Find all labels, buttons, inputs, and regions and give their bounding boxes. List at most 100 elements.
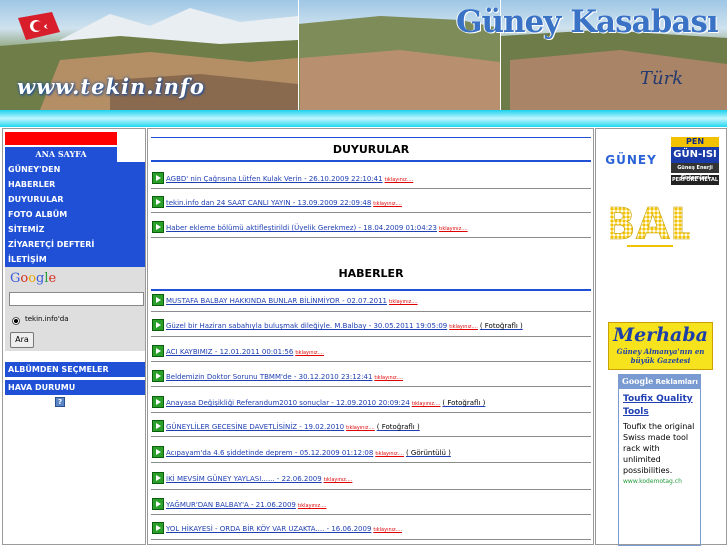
site-search-radio[interactable] — [12, 317, 20, 325]
bal-underline — [627, 245, 673, 247]
pen-gunisi-ad[interactable]: PEN GÜN-ISI Güneş Enerji Sistemleri PERF… — [671, 137, 719, 185]
news-link[interactable]: Beldemizin Doktor Sorunu TBMM'de - 30.12… — [166, 373, 403, 381]
separator — [151, 361, 591, 362]
ad-header: Google Reklamları — [619, 375, 700, 389]
right-sidebar: GÜNEY PEN GÜN-ISI Güneş Enerji Sistemler… — [595, 128, 727, 546]
news-link[interactable]: MUSTAFA BALBAY HAKKINDA BUNLAR BİLİNMİYO… — [166, 297, 418, 305]
banner-divider — [298, 0, 299, 110]
news-link[interactable]: ACI KAYBIMIZ - 12.01.2011 00:01:56 tıklay… — [166, 348, 324, 356]
google-logo: Google — [10, 271, 57, 286]
google-search-box: Google tekin.info'da Ara — [5, 267, 145, 351]
more-link[interactable]: tıklayınız.... — [324, 477, 353, 483]
more-link[interactable]: tıklayınız.... — [385, 177, 414, 183]
nav-haberler[interactable]: HABERLER — [5, 177, 145, 192]
news-item: Acıpayam'da 4.6 şiddetinde deprem - 05.1… — [152, 446, 592, 463]
more-link[interactable]: tıklayınız.... — [389, 299, 418, 305]
more-link[interactable]: tıklayınız.... — [373, 201, 402, 207]
news-item: Anayasa Değişikliği Referandum2010 sonuç… — [152, 396, 592, 413]
nav-albumden-secmeler[interactable]: ALBÜMDEN SEÇMELER — [5, 362, 145, 377]
separator — [151, 514, 591, 515]
news-extra: ( Fotoğraflı ) — [376, 423, 420, 431]
news-item: MUSTAFA BALBAY HAKKINDA BUNLAR BİLİNMİYO… — [152, 294, 592, 311]
arrow-icon — [152, 172, 164, 184]
news-item: YOL HİKAYESİ - ORDA BİR KÖY VAR UZAKTA..… — [152, 522, 592, 539]
more-link[interactable]: tıklayınız.... — [375, 451, 404, 457]
arrow-icon — [152, 345, 164, 357]
help-icon[interactable]: ? — [55, 397, 65, 407]
more-link[interactable]: tıklayınız.... — [449, 324, 478, 330]
banner-title: Güney Kasabası — [456, 4, 719, 40]
news-extra: ( Görüntülü ) — [405, 449, 451, 457]
ad-body: Toufix the original Swiss made tool rack… — [623, 422, 695, 475]
announcement-link[interactable]: Haber ekleme bölümü aktifleştirildi (Üye… — [166, 224, 468, 232]
news-link[interactable]: Güzel bir Haziran sabahıyla buluşmak dil… — [166, 322, 523, 330]
announcement-item: AGBD' nin Çağrısına Lütfen Kulak Verin -… — [152, 172, 592, 189]
news-item: Güzel bir Haziran sabahıyla buluşmak dil… — [152, 319, 592, 336]
arrow-icon — [152, 221, 164, 233]
gunisi-label: GÜN-ISI — [671, 147, 719, 163]
arrow-icon — [152, 396, 164, 408]
news-item: GÜNEYLİLER GECESİNE DAVETLİSİNİZ - 19.02… — [152, 420, 592, 437]
more-link[interactable]: tıklayınız.... — [373, 527, 402, 533]
arrow-icon — [152, 319, 164, 331]
guney-logo[interactable]: GÜNEY — [601, 149, 661, 171]
separator — [151, 188, 591, 189]
perfore-label: PERFORE METAL — [671, 175, 719, 185]
separator — [151, 237, 591, 238]
news-link[interactable]: YAĞMUR'DAN BALBAY'A - 21.06.2009 tıklayın… — [166, 501, 326, 509]
news-extra: ( Fotoğraflı ) — [479, 322, 523, 330]
announcement-link[interactable]: AGBD' nin Çağrısına Lütfen Kulak Verin -… — [166, 175, 413, 183]
bal-ad[interactable]: BAL — [602, 199, 698, 251]
nav-duyurular[interactable]: DUYURULAR — [5, 192, 145, 207]
merhaba-title: Merhaba — [613, 324, 708, 346]
nav-iletisim[interactable]: İLETİŞİM — [5, 252, 145, 267]
header-banner: Güney Kasabası www.tekin.info Türk — [0, 0, 727, 110]
arrow-icon — [152, 498, 164, 510]
nav-ziyaretci-defteri[interactable]: ZİYARETÇİ DEFTERİ — [5, 237, 145, 252]
more-link[interactable]: tıklayınız.... — [439, 226, 468, 232]
separator — [151, 336, 591, 337]
ad-url[interactable]: www.kodemotag.ch — [619, 476, 700, 485]
left-sidebar: ANA SAYFA GÜNEY'DEN HABERLER DUYURULAR F… — [2, 128, 146, 545]
ad-title-link[interactable]: Toufix Quality Tools — [619, 389, 700, 419]
separator — [151, 436, 591, 437]
arrow-icon — [152, 446, 164, 458]
separator — [151, 311, 591, 312]
nav-ana-sayfa[interactable]: ANA SAYFA — [5, 147, 117, 162]
search-button[interactable]: Ara — [10, 332, 34, 348]
separator — [151, 386, 591, 387]
merhaba-subtitle: Güney Almanya'nın en büyük Gazetesi — [616, 347, 705, 365]
separator — [151, 539, 591, 540]
news-link[interactable]: YOL HİKAYESİ - ORDA BİR KÖY VAR UZAKTA..… — [166, 525, 402, 533]
separator — [151, 212, 591, 213]
nav-hava-durumu[interactable]: HAVA DURUMU — [5, 380, 145, 395]
news-link[interactable]: İKİ MEVSİM GÜNEY YAYLASI...... - 22.06.2… — [166, 475, 352, 483]
news-item: YAĞMUR'DAN BALBAY'A - 21.06.2009 tıklayın… — [152, 498, 592, 515]
turkish-flag-icon — [18, 12, 60, 40]
news-extra: ( Fotoğraflı ) — [442, 399, 486, 407]
more-link[interactable]: tıklayınız.... — [295, 350, 324, 356]
arrow-icon — [152, 472, 164, 484]
announcement-link[interactable]: tekin.info dan 24 SAAT CANLI YAYIN - 13.… — [166, 199, 402, 207]
more-link[interactable]: tıklayınız.... — [346, 425, 375, 431]
more-link[interactable]: tıklayınız.... — [298, 503, 327, 509]
announcement-item: tekin.info dan 24 SAAT CANLI YAYIN - 13.… — [152, 196, 592, 213]
separator — [151, 462, 591, 463]
separator — [151, 489, 591, 490]
bal-logo: BAL — [602, 199, 698, 251]
duyurular-title: DUYURULAR — [151, 137, 591, 162]
nav-foto-album[interactable]: FOTO ALBÜM — [5, 207, 145, 222]
red-bar — [5, 132, 117, 145]
news-link[interactable]: Acıpayam'da 4.6 şiddetinde deprem - 05.1… — [166, 449, 451, 457]
news-link[interactable]: Anayasa Değişikliği Referandum2010 sonuç… — [166, 399, 485, 407]
haberler-title: HABERLER — [151, 261, 591, 291]
google-search-input[interactable] — [9, 292, 144, 306]
merhaba-ad[interactable]: Merhaba Güney Almanya'nın en büyük Gazet… — [608, 322, 713, 370]
more-link[interactable]: tıklayınız.... — [412, 401, 441, 407]
nav-sitemiz[interactable]: SİTEMİZ — [5, 222, 145, 237]
more-link[interactable]: tıklayınız.... — [374, 375, 403, 381]
separator — [151, 412, 591, 413]
bal-text: BAL — [610, 199, 690, 245]
news-link[interactable]: GÜNEYLİLER GECESİNE DAVETLİSİNİZ - 19.02… — [166, 423, 420, 431]
nav-guneyden[interactable]: GÜNEY'DEN — [5, 162, 145, 177]
